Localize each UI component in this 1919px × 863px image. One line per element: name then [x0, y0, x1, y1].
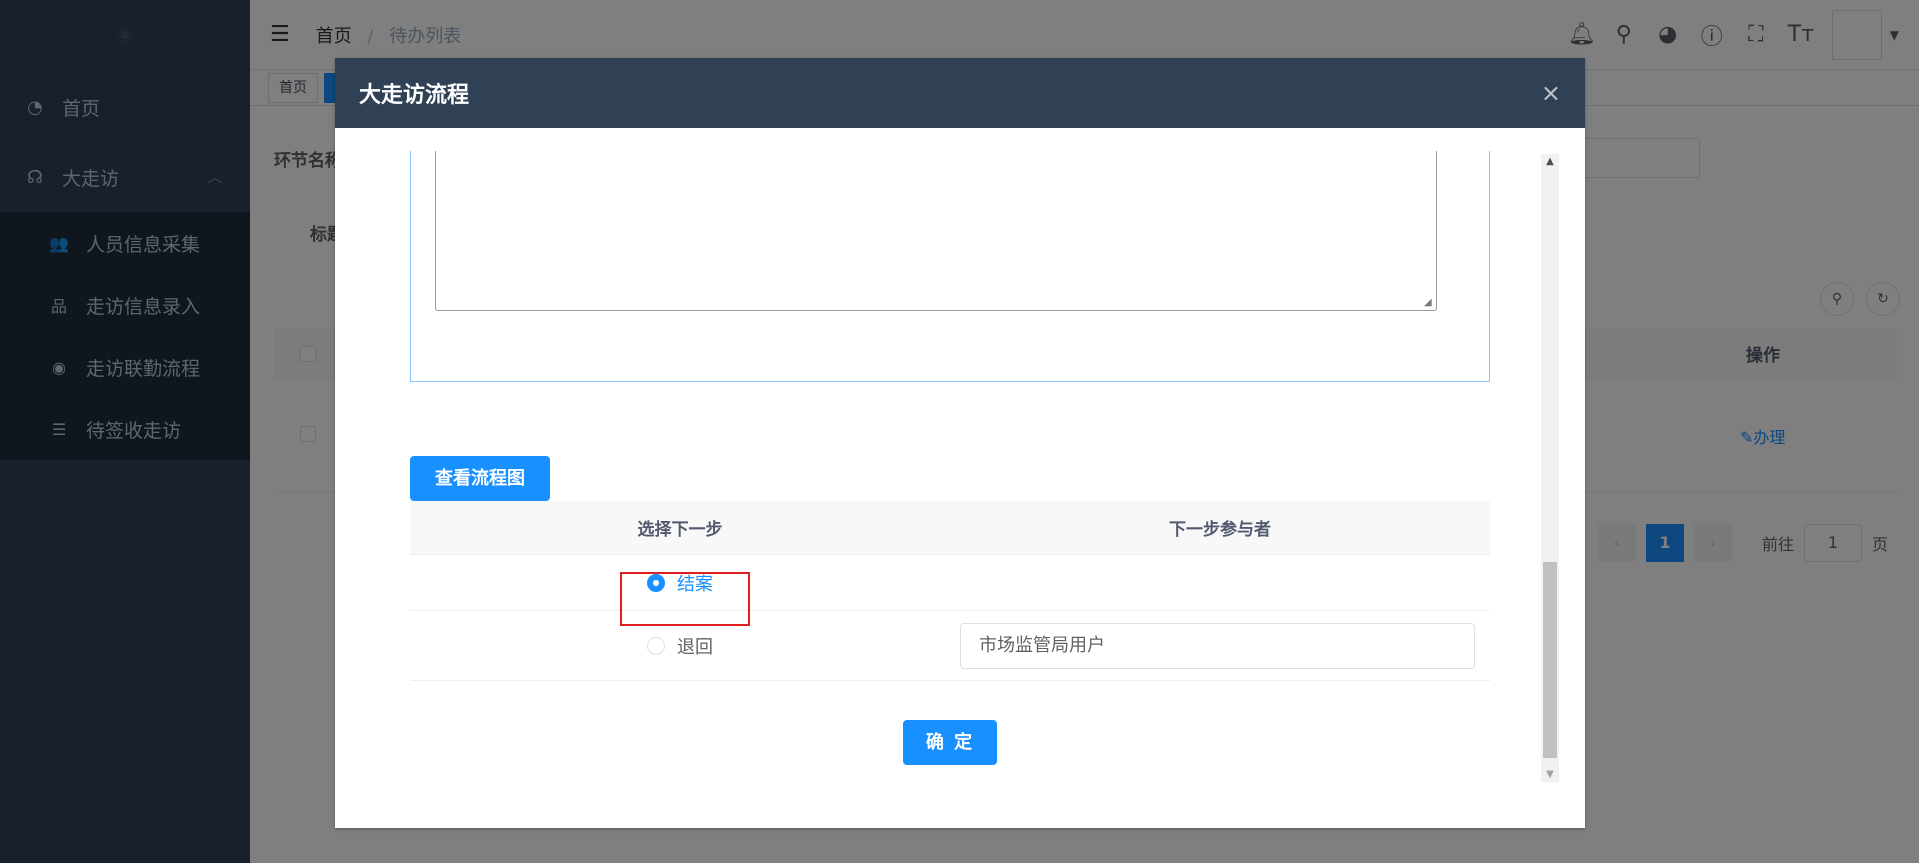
radio-label[interactable]: 退回 — [677, 633, 713, 659]
radio-close-case[interactable]: 结案 — [410, 570, 950, 626]
step-table-header: 选择下一步 下一步参与者 — [410, 501, 1490, 555]
resize-grip-icon[interactable]: ◢ — [1424, 298, 1434, 308]
participant-field[interactable]: 市场监管局用户 — [960, 622, 1475, 669]
close-icon[interactable]: × — [1541, 79, 1561, 107]
comment-textarea[interactable]: ◢ — [435, 151, 1437, 311]
step-row-return: 退回 市场监管局用户 — [410, 611, 1490, 681]
radio-return[interactable]: 退回 — [410, 633, 950, 659]
dialog-header: 大走访流程 × — [335, 58, 1585, 128]
scroll-down-icon[interactable]: ▼ — [1541, 769, 1559, 780]
dialog-scrollbar[interactable]: ▲ ▼ — [1541, 154, 1559, 782]
next-step-table: 选择下一步 下一步参与者 结案 退回 市场监管局用户 — [410, 501, 1490, 681]
step-column-header: 选择下一步 — [637, 520, 723, 540]
scroll-up-icon[interactable]: ▲ — [1541, 156, 1559, 167]
dialog-title: 大走访流程 — [359, 83, 470, 108]
scroll-thumb[interactable] — [1543, 562, 1557, 758]
radio-unchecked-icon[interactable] — [647, 636, 665, 655]
step-row-close: 结案 — [410, 555, 1490, 626]
process-dialog: 大走访流程 × ◢ ▲ ▼ 查看流程图 选择下一步 下一步参与者 结案 退回 市… — [335, 58, 1585, 828]
participant-column-header: 下一步参与者 — [1169, 520, 1271, 540]
view-flowchart-button[interactable]: 查看流程图 — [410, 456, 550, 501]
confirm-button[interactable]: 确 定 — [903, 720, 997, 765]
highlight-box — [620, 571, 750, 626]
radio-checked-icon[interactable] — [647, 573, 665, 592]
